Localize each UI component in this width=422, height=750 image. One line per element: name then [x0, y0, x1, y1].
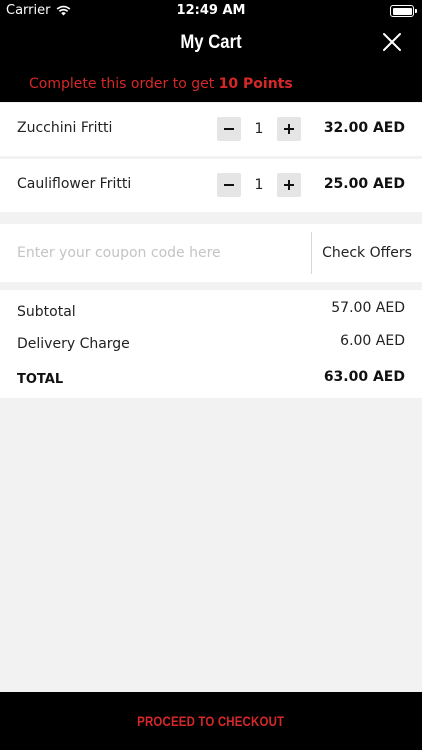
close-icon — [383, 33, 401, 51]
item-price: 25.00 AED — [323, 176, 405, 192]
order-summary: Subtotal 57.00 AED Delivery Charge 6.00 … — [0, 290, 422, 398]
plus-icon — [284, 180, 294, 190]
subtotal-label: Subtotal — [17, 304, 76, 320]
points-value: 10 Points — [218, 76, 293, 92]
quantity-value: 1 — [254, 177, 264, 193]
cart-item: Cauliflower Fritti 1 25.00 AED — [0, 159, 422, 212]
quantity-value: 1 — [254, 121, 264, 137]
item-name: Zucchini Fritti — [17, 120, 113, 136]
decrease-quantity-button[interactable] — [217, 117, 241, 141]
total-label: TOTAL — [17, 372, 64, 387]
subtotal-value: 57.00 AED — [331, 300, 405, 316]
minus-icon — [224, 128, 234, 130]
cart-item: Zucchini Fritti 1 32.00 AED — [0, 103, 422, 156]
coupon-code-input[interactable] — [0, 224, 311, 282]
item-price: 32.00 AED — [323, 120, 405, 136]
decrease-quantity-button[interactable] — [217, 173, 241, 197]
status-time: 12:49 AM — [176, 3, 246, 18]
increase-quantity-button[interactable] — [277, 173, 301, 197]
check-offers-button[interactable]: Check Offers — [312, 224, 422, 282]
minus-icon — [224, 184, 234, 186]
plus-icon — [284, 124, 294, 134]
item-name: Cauliflower Fritti — [17, 176, 132, 192]
increase-quantity-button[interactable] — [277, 117, 301, 141]
page-title: My Cart — [180, 32, 242, 53]
checkout-label: PROCEED TO CHECKOUT — [137, 713, 285, 729]
battery-icon — [390, 5, 417, 17]
quantity-stepper: 1 — [217, 173, 301, 197]
status-bar: Carrier 12:49 AM — [0, 0, 422, 22]
proceed-to-checkout-button[interactable]: PROCEED TO CHECKOUT — [0, 692, 422, 750]
quantity-stepper: 1 — [217, 117, 301, 141]
delivery-charge-value: 6.00 AED — [340, 333, 405, 349]
points-message: Complete this order to get 10 Points — [29, 76, 293, 92]
coupon-section: Check Offers — [0, 224, 422, 282]
close-button[interactable] — [380, 30, 404, 54]
cart-header: My Cart Complete this order to get 10 Po… — [0, 22, 422, 102]
delivery-charge-label: Delivery Charge — [17, 336, 130, 352]
points-message-prefix: Complete this order to get — [29, 76, 219, 92]
total-value: 63.00 AED — [323, 369, 405, 385]
